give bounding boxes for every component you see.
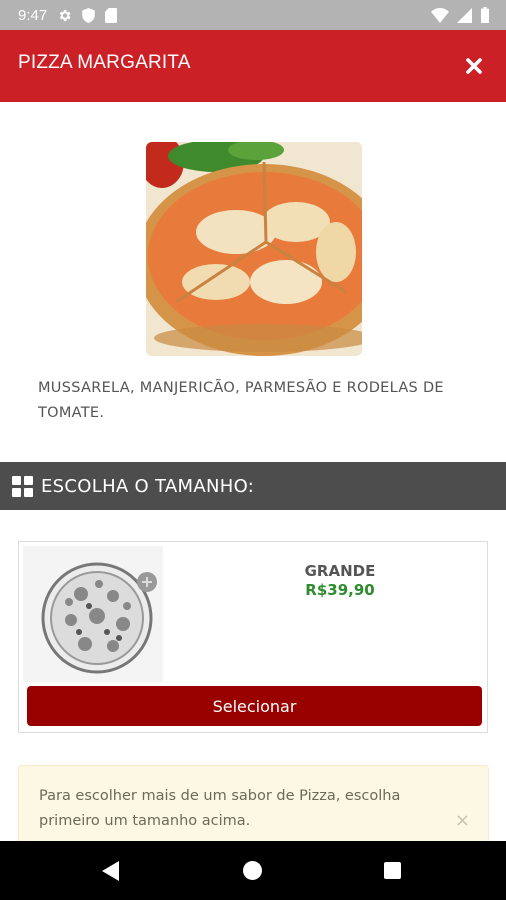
recent-apps-icon[interactable] (384, 862, 401, 879)
product-description: MUSSARELA, MANJERICÃO, PARMESÃO E RODELA… (38, 380, 444, 421)
signal-icon (457, 7, 472, 23)
size-name: GRANDE (304, 562, 376, 580)
select-size-button[interactable]: Selecionar (27, 686, 482, 726)
grid-icon (12, 475, 33, 497)
alert-text: Para escolher mais de um sabor de Pizza,… (39, 788, 401, 829)
info-alert: Para escolher mais de um sabor de Pizza,… (18, 765, 489, 845)
app-header: PIZZA MARGARITA (0, 30, 506, 102)
shield-icon (82, 7, 95, 23)
size-section-header: ESCOLHA O TAMANHO: (0, 462, 506, 510)
back-icon[interactable] (102, 861, 120, 885)
battery-icon (480, 7, 490, 23)
section-title: ESCOLHA O TAMANHO: (41, 475, 255, 497)
wifi-icon (431, 7, 449, 23)
gear-icon (57, 8, 72, 23)
size-option-card: GRANDE R$39,90 Selecionar (18, 541, 488, 733)
sd-card-icon (105, 7, 118, 23)
alert-close-icon[interactable]: × (455, 810, 470, 831)
page-title: PIZZA MARGARITA (18, 52, 191, 73)
pizza-margarita-image (146, 142, 362, 356)
close-icon[interactable] (464, 56, 484, 76)
size-price: R$39,90 (305, 581, 375, 599)
navigation-bar (0, 841, 506, 900)
home-icon[interactable] (243, 861, 262, 880)
status-bar: 9:47 (0, 0, 506, 30)
status-time: 9:47 (18, 6, 48, 24)
pizza-size-icon (23, 546, 163, 682)
